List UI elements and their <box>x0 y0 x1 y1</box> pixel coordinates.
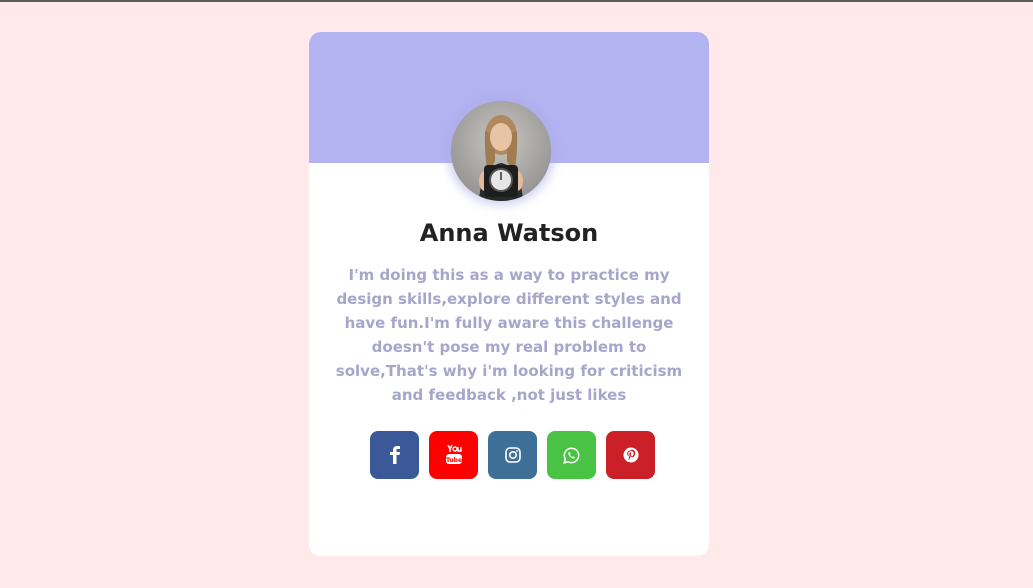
profile-name: Anna Watson <box>419 219 599 247</box>
whatsapp-button[interactable] <box>547 431 596 479</box>
youtube-icon: Tube <box>445 445 462 464</box>
facebook-button[interactable] <box>370 431 419 479</box>
instagram-icon <box>504 447 521 463</box>
youtube-button[interactable]: Tube <box>429 431 478 479</box>
instagram-button[interactable] <box>488 431 537 479</box>
avatar <box>451 101 551 201</box>
pinterest-button[interactable] <box>606 431 655 479</box>
facebook-icon <box>389 446 400 464</box>
top-border-line <box>0 0 1033 2</box>
profile-bio: I'm doing this as a way to practice my d… <box>335 266 683 404</box>
social-links: Tube <box>370 431 660 479</box>
profile-card: Anna Watson I'm doing this as a way to p… <box>309 32 709 556</box>
avatar-photo <box>451 101 551 201</box>
svg-text:Tube: Tube <box>445 457 461 464</box>
pinterest-icon <box>623 447 638 463</box>
whatsapp-icon <box>563 446 580 464</box>
